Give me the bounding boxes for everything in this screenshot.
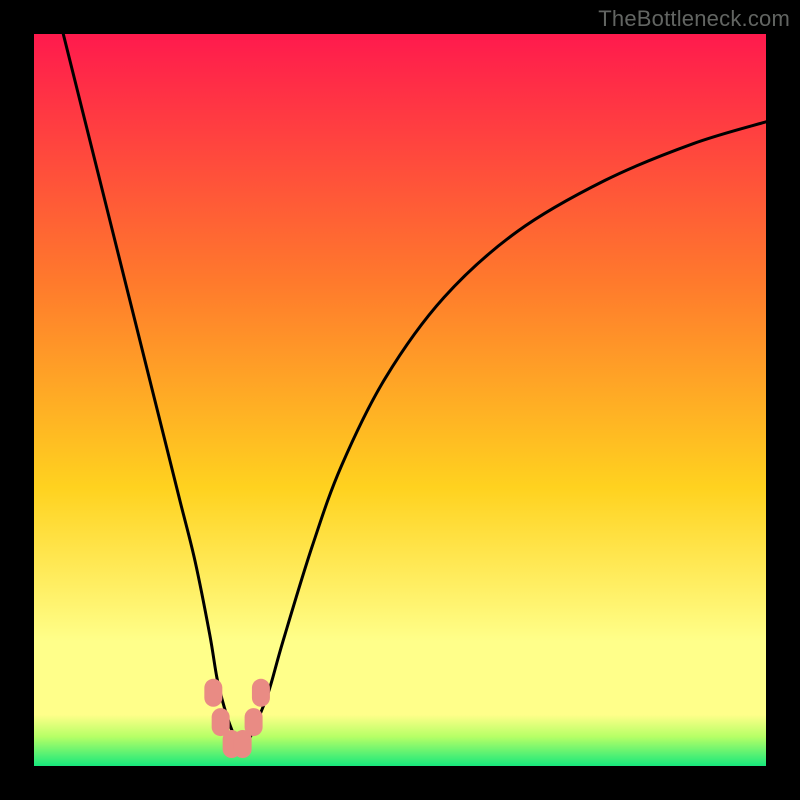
curve-markers xyxy=(204,679,270,758)
bottleneck-curve xyxy=(63,34,766,746)
curve-layer xyxy=(34,34,766,766)
attribution-text: TheBottleneck.com xyxy=(598,6,790,32)
curve-marker xyxy=(204,679,222,707)
curve-marker xyxy=(245,708,263,736)
curve-marker xyxy=(252,679,270,707)
plot-area xyxy=(34,34,766,766)
chart-stage: TheBottleneck.com xyxy=(0,0,800,800)
